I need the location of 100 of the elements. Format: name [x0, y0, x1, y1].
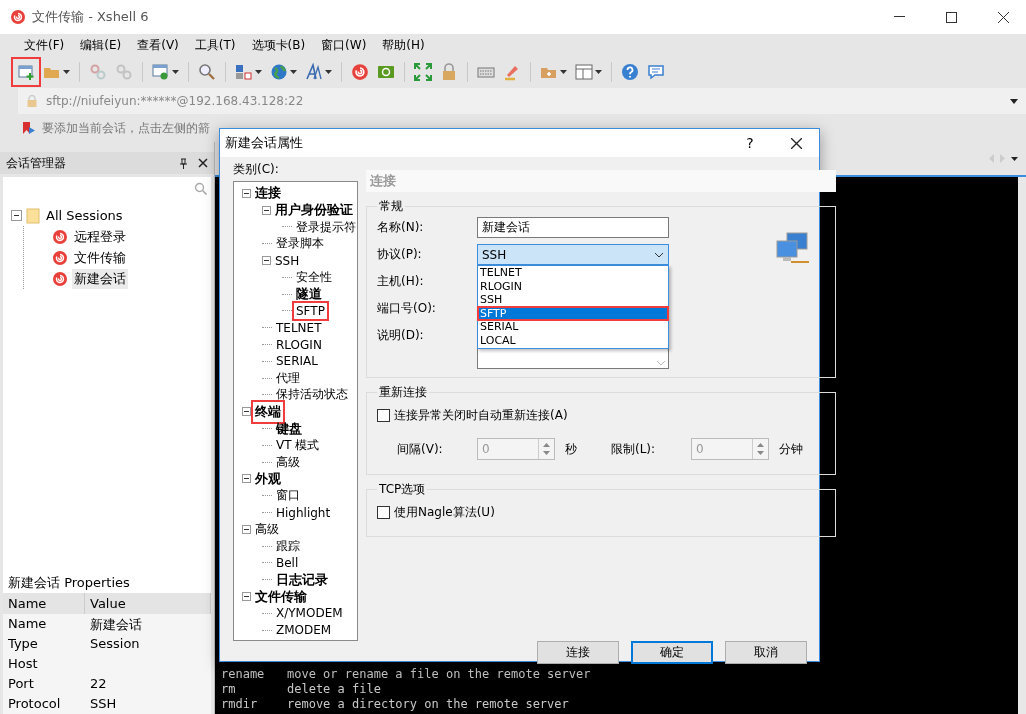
app-logo-icon	[10, 9, 26, 25]
category-item[interactable]: 安全性	[295, 268, 333, 286]
caret-icon	[560, 70, 567, 74]
column-header[interactable]: Value	[85, 593, 211, 614]
session-item[interactable]: 新建会话	[72, 268, 128, 289]
bookmark-arrow-icon[interactable]	[22, 121, 36, 135]
session-icon	[52, 228, 68, 245]
scroll-down-icon[interactable]	[656, 360, 666, 366]
transfer-icon	[235, 63, 253, 81]
collapse-icon[interactable]	[262, 256, 271, 266]
dropdown-option[interactable]: TELNET	[478, 266, 668, 280]
hint-text: 要添加当前会话，点击左侧的箭	[42, 119, 210, 137]
category-item[interactable]: 高级	[275, 453, 301, 471]
field-label: 协议(P):	[377, 246, 423, 263]
chat-icon	[647, 63, 665, 81]
field-label: 说明(D):	[377, 327, 425, 344]
collapse-icon[interactable]	[242, 474, 251, 484]
category-item[interactable]: 保持活动状态	[275, 386, 349, 404]
window-title: 文件传输 - Xshell 6	[32, 8, 150, 26]
dialog-button[interactable]: 取消	[725, 641, 807, 664]
command-name: rename	[221, 667, 266, 682]
unit-label: 秒	[565, 440, 578, 458]
folder-icon	[26, 207, 40, 224]
checkbox-label[interactable]: 使用Nagle算法(U)	[394, 504, 495, 521]
category-item[interactable]: 登录脚本	[275, 235, 325, 253]
command-description: remove a directory on the remote server	[287, 697, 569, 712]
collapse-icon[interactable]	[262, 205, 271, 215]
text-field[interactable]: 新建会话	[477, 217, 669, 238]
caret-icon[interactable]	[1011, 156, 1018, 161]
command-name: rm	[221, 682, 237, 697]
category-item[interactable]: 窗口	[275, 487, 301, 505]
menu-item[interactable]: 帮助(H)	[376, 36, 431, 54]
category-item[interactable]: ZMODEM	[275, 623, 333, 638]
menu-item[interactable]: 查看(V)	[131, 36, 185, 54]
category-item[interactable]: 终端	[254, 402, 282, 421]
table-cell-text: Type	[7, 635, 39, 653]
category-item[interactable]: 外观	[254, 469, 282, 488]
caret-icon[interactable]	[1010, 98, 1018, 104]
category-item[interactable]: 高级	[254, 520, 280, 538]
protocol-dropdown[interactable]: SSH	[477, 244, 669, 265]
menu-item[interactable]: 编辑(E)	[74, 36, 128, 54]
menu-item[interactable]: 文件(F)	[18, 36, 71, 54]
category-item[interactable]: 代理	[275, 369, 301, 387]
category-item[interactable]: 文件传输	[254, 587, 308, 606]
caret-icon	[63, 70, 70, 74]
link-icon	[89, 63, 107, 81]
scrollbar[interactable]	[1018, 177, 1026, 714]
checkbox[interactable]	[377, 506, 390, 519]
collapse-icon[interactable]	[242, 407, 251, 417]
category-item[interactable]: 隧道	[295, 285, 323, 304]
category-item[interactable]: 日志记录	[275, 570, 329, 589]
toolbar-button[interactable]	[411, 60, 435, 84]
category-item[interactable]: X/YMODEM	[275, 606, 344, 621]
category-item[interactable]: 键盘	[275, 419, 303, 438]
column-header[interactable]: Name	[3, 593, 85, 614]
checkbox-label[interactable]: 连接异常关闭时自动重新连接(A)	[394, 407, 568, 424]
category-item[interactable]: Bell	[275, 555, 300, 570]
session-item[interactable]: 文件传输	[72, 247, 128, 268]
category-item[interactable]: 连接	[254, 184, 282, 203]
category-item[interactable]: VT 模式	[275, 436, 321, 454]
search-field[interactable]	[3, 177, 211, 199]
session-item[interactable]: All Sessions	[44, 207, 125, 224]
font-icon	[305, 63, 323, 81]
dropdown-option[interactable]: SERIAL	[478, 320, 668, 334]
dropdown-option[interactable]: LOCAL	[478, 333, 668, 348]
collapse-icon[interactable]	[242, 188, 251, 198]
category-item[interactable]: 跟踪	[275, 537, 301, 555]
help-button[interactable]: ?	[727, 129, 773, 157]
unit-label: 分钟	[779, 440, 804, 458]
dropdown-option[interactable]: SFTP	[478, 306, 668, 321]
pen-icon	[503, 63, 521, 81]
menu-item[interactable]: 窗口(W)	[315, 36, 373, 54]
command-description: move or rename a file on the remote server	[287, 667, 591, 682]
caret-icon	[290, 70, 297, 74]
category-item[interactable]: 登录提示符	[295, 218, 357, 236]
category-item[interactable]: TELNET	[275, 320, 323, 335]
network-computers-icon	[775, 231, 811, 265]
checkbox[interactable]	[377, 409, 390, 422]
category-item[interactable]: 用户身份验证	[274, 201, 354, 220]
properties-title: 新建会话 Properties	[3, 571, 211, 593]
category-item[interactable]: SERIAL	[275, 354, 319, 369]
dialog-button[interactable]: 连接	[537, 641, 619, 664]
category-item[interactable]: Highlight	[275, 505, 332, 520]
caret-icon	[325, 70, 332, 74]
maximize-icon	[945, 11, 957, 23]
dialog-button[interactable]: 确定	[631, 641, 713, 664]
close-button[interactable]	[198, 158, 208, 168]
menu-item[interactable]: 选项卡(B)	[245, 36, 312, 54]
session-item[interactable]: 远程登录	[72, 226, 128, 247]
pin-button[interactable]	[179, 157, 188, 169]
collapse-icon[interactable]	[11, 210, 22, 221]
dropdown-option[interactable]: RLOGIN	[478, 279, 668, 294]
menu-item[interactable]: 工具(T)	[188, 36, 242, 54]
category-item[interactable]: SFTP	[295, 303, 326, 318]
category-item[interactable]: SSH	[274, 253, 301, 268]
category-item[interactable]: RLOGIN	[275, 337, 323, 352]
collapse-icon[interactable]	[242, 524, 251, 534]
table-cell-text: Port	[7, 675, 35, 693]
collapse-icon[interactable]	[242, 592, 251, 601]
dropdown-option[interactable]: SSH	[478, 293, 668, 307]
